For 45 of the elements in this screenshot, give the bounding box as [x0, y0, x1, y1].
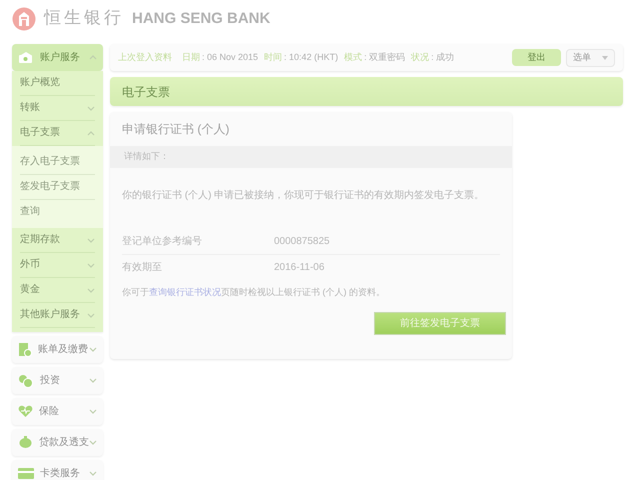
submenu-item[interactable]: 签发电子支票 — [20, 175, 95, 200]
menu-group-label: 贷款及透支 — [39, 436, 89, 450]
menu-group-header[interactable]: 账户服务 — [12, 44, 103, 71]
menu-item[interactable]: 账户概览 — [20, 71, 95, 96]
menu-group-label: 保险 — [39, 405, 59, 419]
logo-chinese: 恒生银行 — [44, 7, 124, 30]
menu-group-label: 卡类服务 — [40, 466, 80, 480]
card-title: 申请银行证书 (个人) — [121, 121, 230, 138]
login-info-label: 状况 — [411, 50, 430, 64]
menu-item[interactable]: 定期存款 — [20, 228, 95, 253]
detail-label: 登记单位参考编号 — [122, 234, 203, 248]
menu-group-header[interactable]: 保险 — [12, 398, 103, 425]
login-info-title: 上次登入资料 — [118, 50, 172, 64]
section-title: 电子支票 — [122, 84, 170, 100]
confirmation-message: 你的银行证书 (个人) 申请已被接纳，你现可于银行证书的有效期内签发电子支票。 — [121, 188, 486, 202]
login-info-label: 日期 — [182, 50, 200, 64]
menu-item[interactable]: 外币 — [20, 253, 95, 278]
details-header: 详情如下： — [110, 146, 512, 168]
login-info-label: 模式 — [344, 50, 362, 64]
detail-label: 有效期至 — [122, 260, 163, 274]
login-info-value: : 10:42 (HKT) — [284, 50, 338, 64]
menu-dropdown[interactable]: 选单 — [566, 48, 615, 66]
detail-value: 2016-11-06 — [274, 260, 324, 274]
logout-button[interactable]: 登出 — [512, 49, 561, 66]
logo-english: HANG SENG BANK — [132, 8, 270, 29]
login-info-label: 时间 — [264, 50, 282, 64]
submenu-item[interactable]: 存入电子支票 — [20, 150, 95, 175]
submenu-item[interactable]: 查询 — [20, 200, 95, 224]
info-note: 你可于查询银行证书状况页随时检视以上银行证书 (个人) 的资料。 — [121, 286, 386, 299]
menu-group-label: 投资 — [40, 374, 60, 388]
login-info-value: : 06 Nov 2015 — [202, 50, 258, 64]
issue-cheque-button[interactable]: 前往签发电子支票 — [374, 312, 506, 335]
menu-group-header[interactable]: 贷款及透支 — [12, 429, 103, 456]
menu-group-header[interactable]: 投资 — [12, 367, 103, 394]
menu-item[interactable]: 转账 — [20, 96, 95, 121]
login-info-value: : 成功 — [431, 50, 454, 64]
login-info-value: : 双重密码 — [364, 50, 406, 64]
certificate-status-link[interactable]: 查询银行证书状况 — [149, 286, 221, 296]
menu-group-header[interactable]: 账单及缴费 — [12, 336, 103, 363]
detail-value: 0000875825 — [274, 234, 330, 248]
menu-group-label: 账户服务 — [40, 50, 80, 65]
menu-group-label: 账单及缴费 — [38, 342, 88, 357]
menu-item[interactable]: 其他账户服务 — [20, 303, 95, 328]
menu-group-header[interactable]: 卡类服务 — [12, 460, 103, 480]
menu-item[interactable]: 黄金 — [20, 278, 95, 303]
